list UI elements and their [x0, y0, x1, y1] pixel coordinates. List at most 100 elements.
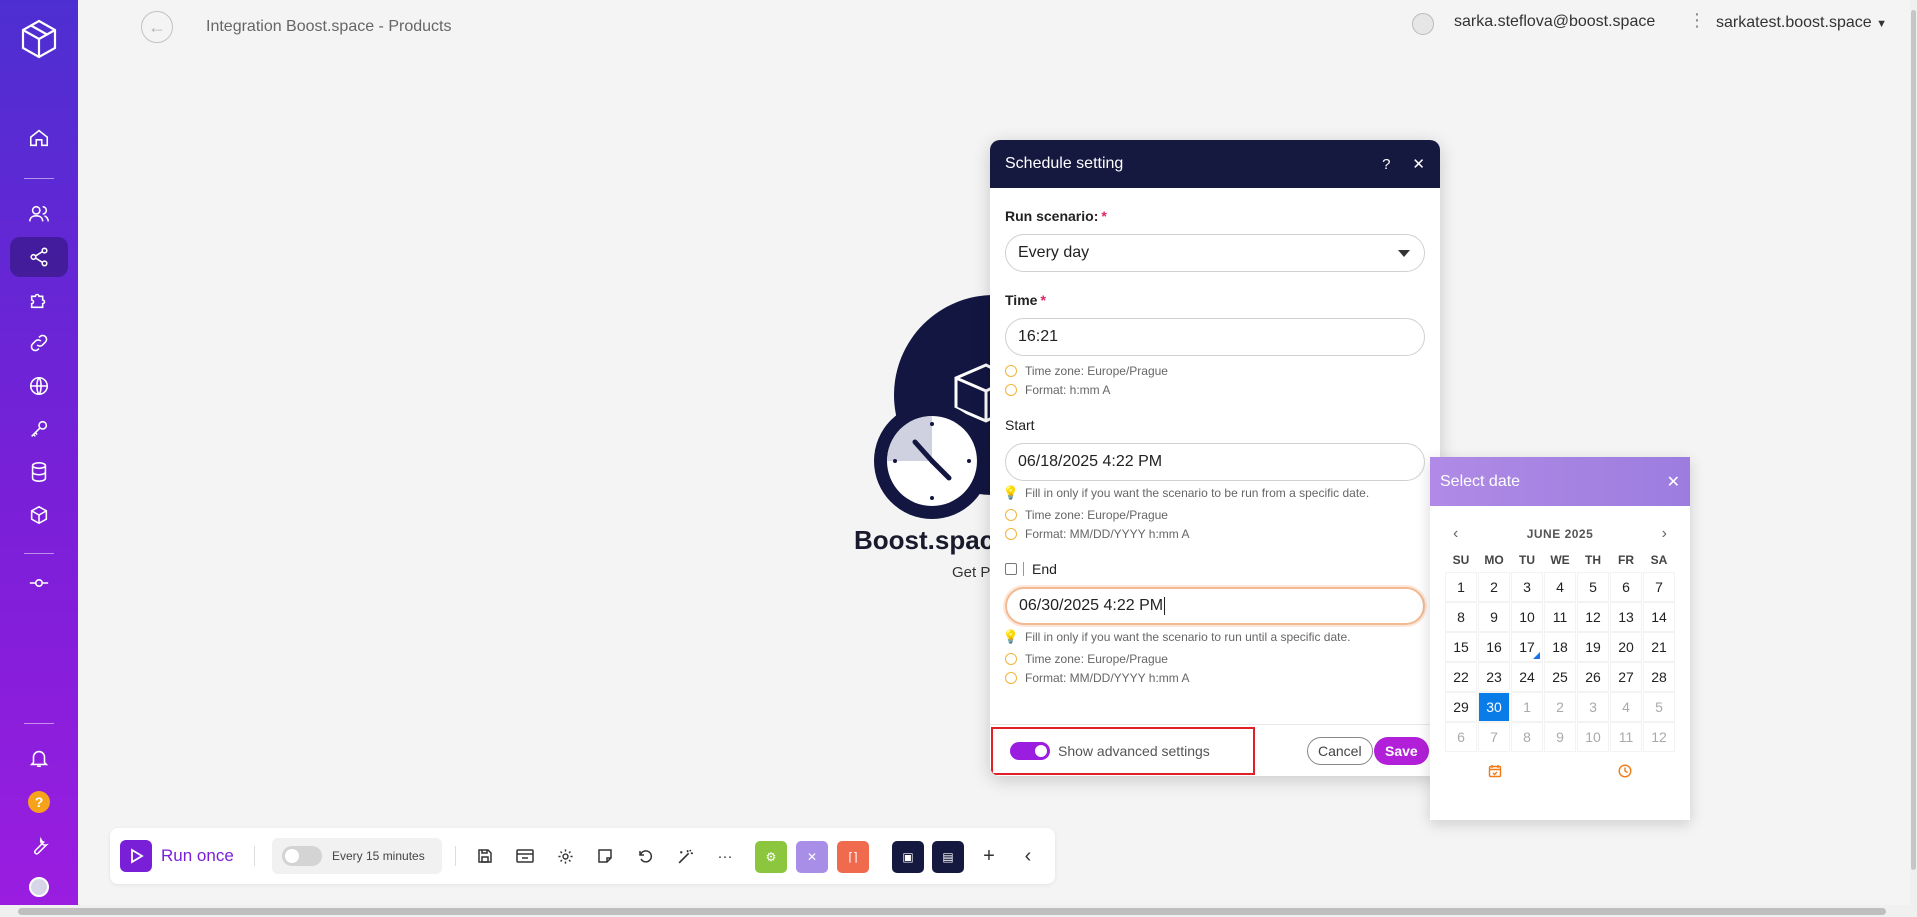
calendar-day[interactable]: 24: [1511, 662, 1543, 692]
cube-icon[interactable]: [10, 495, 68, 535]
calendar-day[interactable]: 26: [1577, 662, 1609, 692]
calendar-day[interactable]: 18: [1544, 632, 1576, 662]
calendar-day[interactable]: 12: [1643, 722, 1675, 752]
month-label[interactable]: JUNE 2025: [1527, 527, 1594, 541]
key-icon[interactable]: [10, 409, 68, 449]
calendar-day[interactable]: 4: [1544, 572, 1576, 602]
calendar-day[interactable]: 5: [1577, 572, 1609, 602]
help-button[interactable]: ?: [1382, 156, 1390, 173]
link-icon[interactable]: [10, 323, 68, 363]
org-switcher[interactable]: sarkatest.boost.space ▼: [1716, 14, 1887, 32]
puzzle-icon[interactable]: [10, 280, 68, 320]
help-icon[interactable]: ?: [10, 782, 68, 822]
undo-icon[interactable]: [632, 843, 658, 869]
text-parser-icon[interactable]: ⌈⌉: [837, 841, 869, 873]
calendar-day[interactable]: 11: [1544, 602, 1576, 632]
calendar-day[interactable]: 14: [1643, 602, 1675, 632]
calendar-day[interactable]: 12: [1577, 602, 1609, 632]
calendar-day[interactable]: 27: [1610, 662, 1642, 692]
advanced-settings-label[interactable]: Show advanced settings: [1058, 743, 1210, 759]
horizontal-scrollbar[interactable]: [0, 905, 1917, 917]
avatar[interactable]: [10, 867, 68, 907]
schedule-control[interactable]: Every 15 minutes: [272, 838, 442, 874]
calendar-day[interactable]: 7: [1478, 722, 1510, 752]
close-icon[interactable]: ✕: [1667, 472, 1680, 492]
play-icon[interactable]: [120, 840, 152, 872]
home-icon[interactable]: [10, 118, 68, 158]
scroll-thumb[interactable]: [1911, 10, 1916, 870]
calendar-day[interactable]: 9: [1544, 722, 1576, 752]
run-scenario-select[interactable]: Every day: [1005, 234, 1425, 272]
calendar-today-icon[interactable]: [1488, 764, 1502, 781]
calendar-day[interactable]: 19: [1577, 632, 1609, 662]
calendar-day[interactable]: 3: [1577, 692, 1609, 722]
schedule-toggle[interactable]: [282, 846, 322, 866]
calendar-day[interactable]: 4: [1610, 692, 1642, 722]
settings-gear-icon[interactable]: [552, 843, 578, 869]
calendar-day[interactable]: 20: [1610, 632, 1642, 662]
calendar-day[interactable]: 25: [1544, 662, 1576, 692]
calendar-day[interactable]: 23: [1478, 662, 1510, 692]
calendar-day[interactable]: 9: [1478, 602, 1510, 632]
boost-space-logo-icon[interactable]: [19, 18, 59, 60]
commit-icon[interactable]: [10, 563, 68, 603]
calendar-day[interactable]: 10: [1577, 722, 1609, 752]
calendar-day[interactable]: 6: [1610, 572, 1642, 602]
run-once-button[interactable]: Run once: [161, 846, 234, 866]
time-input[interactable]: 16:21: [1005, 318, 1425, 356]
next-month-icon[interactable]: ›: [1662, 525, 1667, 543]
add-icon[interactable]: +: [976, 843, 1002, 869]
calendar-day[interactable]: 11: [1610, 722, 1642, 752]
calendar-day[interactable]: 1: [1445, 572, 1477, 602]
boost-space-products-icon[interactable]: ▤: [932, 841, 964, 873]
save-button[interactable]: Save: [1374, 737, 1429, 765]
user-email[interactable]: sarka.steflova@boost.space: [1454, 13, 1655, 31]
magic-wand-icon[interactable]: [672, 843, 698, 869]
end-date-input[interactable]: 06/30/2025 4:22 PM: [1005, 587, 1425, 625]
calendar-day[interactable]: 2: [1544, 692, 1576, 722]
save-icon[interactable]: [472, 843, 498, 869]
back-arrow-icon[interactable]: ←: [141, 11, 173, 43]
calendar-day[interactable]: 8: [1445, 602, 1477, 632]
calendar-day[interactable]: 8: [1511, 722, 1543, 752]
calendar-icon[interactable]: [1005, 563, 1017, 575]
share-icon[interactable]: [10, 237, 68, 277]
calendar-day[interactable]: 2: [1478, 572, 1510, 602]
cancel-button[interactable]: Cancel: [1307, 737, 1373, 765]
calendar-day[interactable]: 16: [1478, 632, 1510, 662]
calendar-day[interactable]: 28: [1643, 662, 1675, 692]
layout-icon[interactable]: [512, 843, 538, 869]
kebab-menu-icon[interactable]: ⋮: [1688, 10, 1706, 31]
vertical-scrollbar[interactable]: [1910, 0, 1917, 905]
calendar-day[interactable]: 3: [1511, 572, 1543, 602]
calendar-day[interactable]: 22: [1445, 662, 1477, 692]
close-icon[interactable]: ✕: [1412, 155, 1425, 173]
tools-settings-icon[interactable]: ⚙: [755, 841, 787, 873]
users-icon[interactable]: [10, 194, 68, 234]
globe-icon[interactable]: [10, 366, 68, 406]
advanced-settings-toggle[interactable]: [1010, 742, 1050, 760]
note-icon[interactable]: [592, 843, 618, 869]
start-date-input[interactable]: 06/18/2025 4:22 PM: [1005, 443, 1425, 481]
calendar-day[interactable]: 5: [1643, 692, 1675, 722]
calendar-day[interactable]: 30: [1478, 692, 1510, 722]
calendar-day[interactable]: 7: [1643, 572, 1675, 602]
wrench-icon[interactable]: [10, 825, 68, 865]
prev-month-icon[interactable]: ‹: [1453, 525, 1458, 543]
collapse-chevron-icon[interactable]: ‹: [1015, 843, 1041, 869]
calendar-day[interactable]: 13: [1610, 602, 1642, 632]
database-icon[interactable]: [10, 452, 68, 492]
calendar-day[interactable]: 15: [1445, 632, 1477, 662]
more-options-icon[interactable]: ···: [712, 843, 738, 869]
scroll-thumb[interactable]: [18, 908, 1886, 915]
calendar-day[interactable]: 1: [1511, 692, 1543, 722]
schedule-clock-icon[interactable]: [874, 403, 990, 519]
bell-icon[interactable]: [10, 738, 68, 778]
calendar-day[interactable]: 29: [1445, 692, 1477, 722]
user-avatar[interactable]: [1412, 13, 1434, 35]
schedule-label[interactable]: Every 15 minutes: [332, 849, 425, 863]
calendar-day[interactable]: 17: [1511, 632, 1543, 662]
calendar-day[interactable]: 21: [1643, 632, 1675, 662]
flow-control-icon[interactable]: ✕: [796, 841, 828, 873]
calendar-day[interactable]: 10: [1511, 602, 1543, 632]
